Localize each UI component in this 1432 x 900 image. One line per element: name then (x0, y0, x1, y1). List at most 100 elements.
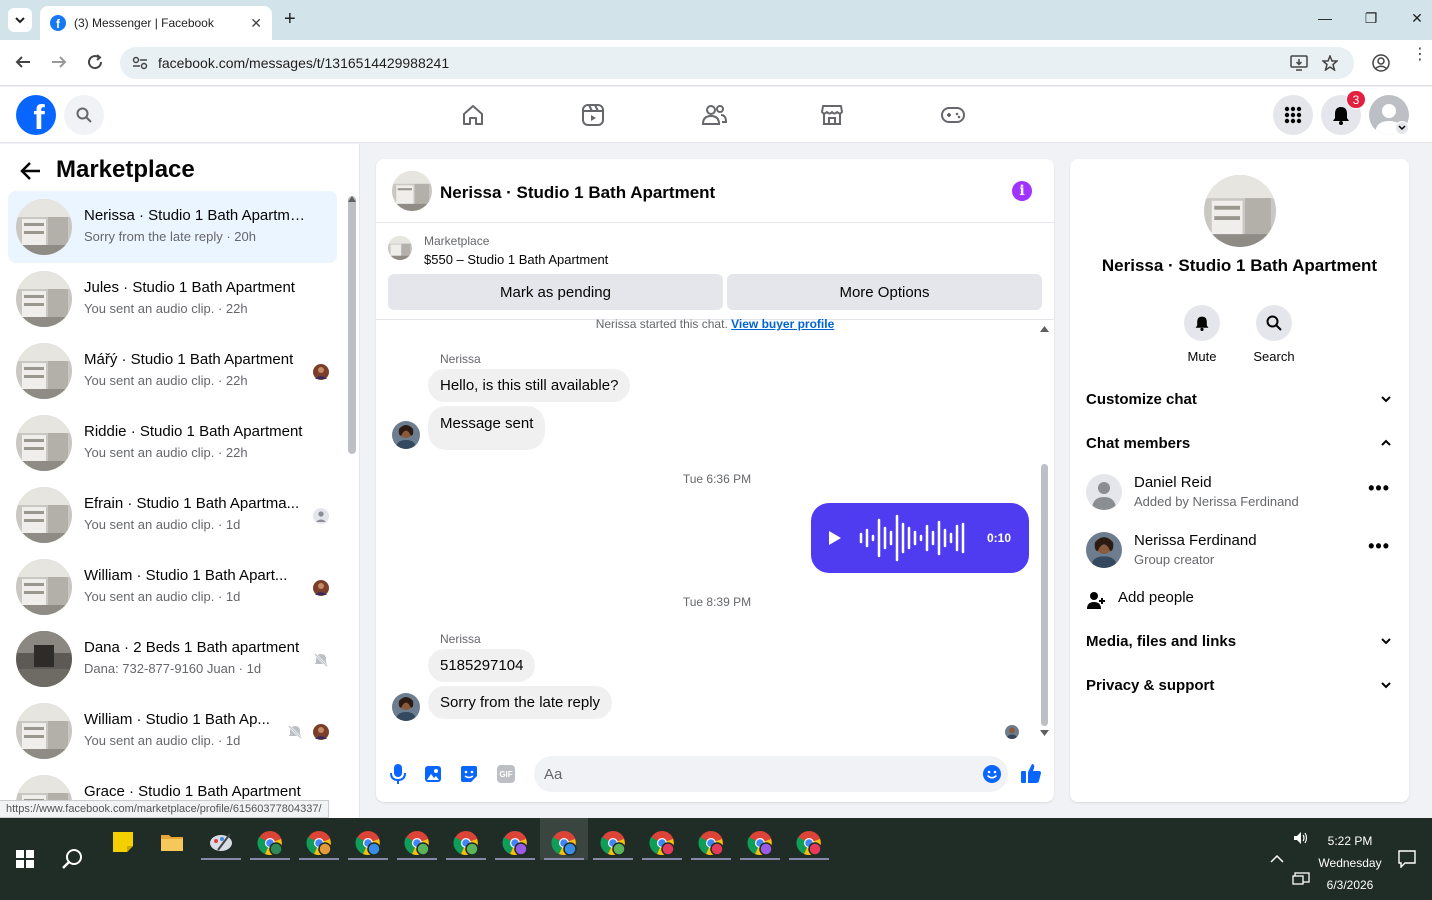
more-options-icon[interactable]: ••• (1368, 478, 1390, 499)
profile-avatar[interactable] (1204, 175, 1276, 247)
conversation-item[interactable]: Dana · 2 Beds 1 Bath apartment Dana: 732-… (8, 623, 337, 695)
gif-icon[interactable]: GIF (497, 765, 515, 783)
reload-icon[interactable] (86, 53, 104, 71)
scroll-up-icon[interactable] (348, 196, 356, 202)
sticky-notes-icon[interactable] (111, 830, 137, 856)
account-dropdown-icon[interactable] (1395, 121, 1409, 135)
menu-button[interactable] (1273, 95, 1313, 135)
chrome-browser-icon[interactable] (257, 830, 283, 856)
back-arrow-icon[interactable] (14, 53, 32, 71)
conversation-item[interactable]: Riddie · Studio 1 Bath Apartment You sent… (8, 407, 337, 479)
more-options-icon[interactable]: ••• (1368, 536, 1390, 557)
message-bubble[interactable]: Message sent (428, 406, 546, 450)
conversation-item[interactable]: Efrain · Studio 1 Bath Apartma... You sen… (8, 479, 337, 551)
conversation-item[interactable]: Mářý · Studio 1 Bath Apartment You sent a… (8, 335, 337, 407)
play-icon[interactable] (829, 531, 841, 545)
chrome-browser-icon[interactable] (404, 830, 430, 856)
message-bubble[interactable]: Sorry from the late reply (428, 686, 613, 719)
chat-avatar[interactable] (392, 171, 432, 211)
facebook-logo[interactable]: f (16, 95, 56, 135)
listing-title[interactable]: $550 – Studio 1 Bath Apartment (424, 252, 608, 267)
chrome-browser-icon[interactable] (698, 830, 724, 856)
conversation-item[interactable]: Jules · Studio 1 Bath Apartment You sent … (8, 263, 337, 335)
notification-center-icon[interactable] (1398, 850, 1416, 868)
add-people-row[interactable]: Add people (1086, 589, 1396, 613)
chat-scroll-up-icon[interactable] (1040, 326, 1049, 332)
chrome-browser-icon[interactable] (796, 830, 822, 856)
taskbar-search-icon[interactable] (62, 848, 84, 870)
customize-chat-row[interactable]: Customize chat (1086, 391, 1396, 415)
paint-app-icon[interactable] (208, 830, 234, 856)
conversation-preview: Sorry from the late reply · 20h (84, 229, 256, 244)
chrome-browser-icon[interactable] (502, 830, 528, 856)
search-button[interactable] (64, 95, 104, 135)
message-bubble[interactable]: Hello, is this still available? (428, 369, 631, 402)
site-settings-icon[interactable] (132, 56, 148, 70)
marketplace-icon[interactable] (820, 103, 844, 127)
video-icon[interactable] (581, 103, 605, 127)
volume-icon[interactable] (1292, 830, 1308, 846)
friends-icon[interactable] (701, 103, 727, 127)
browser-menu-icon[interactable]: ⋮ (1412, 47, 1428, 63)
chat-member-item[interactable]: Nerissa Ferdinand Group creator ••• (1086, 528, 1396, 576)
conversation-item[interactable]: William · Studio 1 Bath Ap... You sent an… (8, 695, 337, 767)
system-clock[interactable]: 5:22 PM Wednesday 6/3/2026 (1312, 830, 1388, 896)
windows-taskbar: 5:22 PM Wednesday 6/3/2026 (0, 818, 1432, 900)
audio-message[interactable]: 0:10 (811, 503, 1029, 573)
chat-member-item[interactable]: Daniel Reid Added by Nerissa Ferdinand •… (1086, 470, 1396, 518)
chat-scroll-down-icon[interactable] (1040, 730, 1049, 736)
windows-start-icon[interactable] (16, 850, 34, 868)
tab-search-button[interactable] (8, 8, 32, 32)
profile-icon[interactable] (1372, 54, 1390, 72)
emoji-icon[interactable] (982, 764, 1002, 784)
privacy-support-row[interactable]: Privacy & support (1086, 677, 1396, 701)
mute-button[interactable]: Mute (1172, 305, 1232, 364)
chrome-browser-icon[interactable] (600, 830, 626, 856)
chrome-browser-icon[interactable] (306, 830, 332, 856)
microphone-icon[interactable] (390, 764, 406, 784)
search-chat-button[interactable]: Search (1244, 305, 1304, 364)
conversation-item[interactable]: Nerissa · Studio 1 Bath Apartment Sorry f… (8, 191, 337, 263)
mark-as-pending-button[interactable]: Mark as pending (388, 274, 723, 310)
chat-title[interactable]: Nerissa · Studio 1 Bath Apartment (440, 183, 715, 203)
chrome-browser-icon[interactable] (649, 830, 675, 856)
message-input[interactable] (534, 756, 1008, 792)
chat-scrollbar[interactable] (1041, 464, 1048, 726)
forward-arrow-icon[interactable] (50, 53, 68, 71)
back-arrow-icon[interactable] (20, 161, 42, 181)
list-scrollbar[interactable] (348, 196, 356, 454)
info-icon[interactable]: i (1012, 181, 1032, 201)
maximize-icon[interactable]: ❐ (1361, 10, 1381, 27)
chat-members-row[interactable]: Chat members (1086, 435, 1396, 459)
more-options-button[interactable]: More Options (727, 274, 1042, 310)
browser-tab[interactable]: f (3) Messenger | Facebook ✕ (40, 6, 272, 40)
bookmark-star-icon[interactable] (1322, 55, 1338, 71)
tab-close-icon[interactable]: ✕ (250, 15, 262, 32)
gaming-icon[interactable] (940, 103, 966, 127)
network-icon[interactable] (1292, 872, 1310, 886)
file-explorer-icon[interactable] (160, 830, 186, 856)
sender-avatar[interactable] (392, 693, 420, 721)
window-close-icon[interactable]: ✕ (1407, 10, 1427, 27)
sticker-icon[interactable] (460, 765, 478, 783)
taskbar-running-indicator (397, 858, 437, 860)
view-buyer-profile-link[interactable]: View buyer profile (731, 317, 834, 331)
url-input[interactable]: facebook.com/messages/t/1316514429988241 (120, 47, 1354, 79)
minimize-icon[interactable]: — (1315, 10, 1335, 26)
like-thumb-icon[interactable] (1020, 762, 1042, 784)
conversation-avatar (16, 415, 72, 471)
home-icon[interactable] (461, 103, 485, 127)
listing-thumbnail[interactable] (388, 236, 412, 260)
chrome-browser-icon[interactable] (551, 830, 577, 856)
chrome-browser-icon[interactable] (747, 830, 773, 856)
tray-chevron-icon[interactable] (1270, 854, 1284, 864)
photo-icon[interactable] (424, 765, 442, 783)
message-bubble[interactable]: 5185297104 (428, 649, 536, 682)
sender-avatar[interactable] (392, 421, 420, 449)
chrome-browser-icon[interactable] (355, 830, 381, 856)
chrome-browser-icon[interactable] (453, 830, 479, 856)
media-files-links-row[interactable]: Media, files and links (1086, 633, 1396, 657)
new-tab-button[interactable]: + (284, 8, 296, 31)
conversation-item[interactable]: William · Studio 1 Bath Apart... You sent… (8, 551, 337, 623)
install-app-icon[interactable] (1290, 55, 1308, 71)
